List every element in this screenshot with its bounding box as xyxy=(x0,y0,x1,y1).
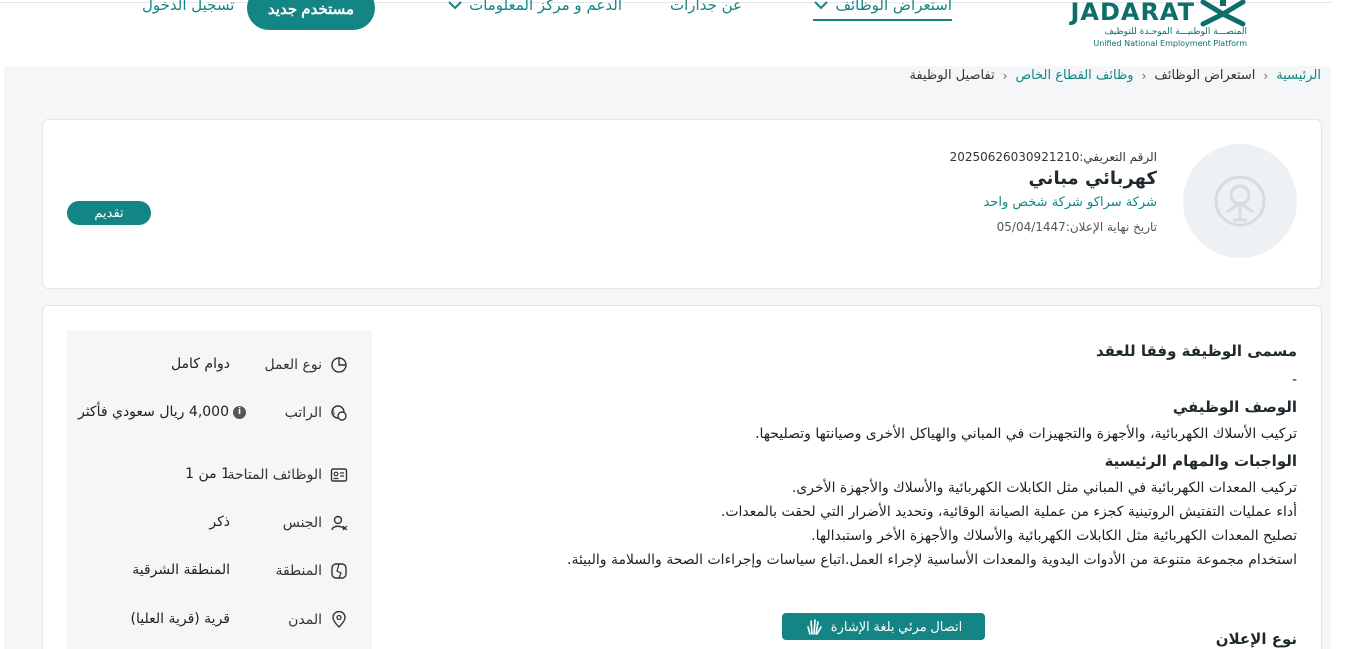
money-icon: $ xyxy=(331,405,347,421)
gender-label: الجنس xyxy=(282,515,322,531)
breadcrumb-separator-icon: ‹ xyxy=(1141,68,1147,83)
breadcrumb-separator-icon: ‹ xyxy=(1002,68,1008,83)
user-icon xyxy=(331,515,348,531)
job-desc-heading: الوصف الوظيفي xyxy=(1172,398,1297,416)
attr-row-gender: الجنس ذكر xyxy=(91,514,348,536)
chevron-down-icon xyxy=(814,1,829,10)
openings-label: الوظائف المتاحة xyxy=(227,467,322,483)
company-name-link[interactable]: شركة سراكو شركة شخص واحد xyxy=(950,195,1157,210)
duty-item: استخدام مجموعة متنوعة من الأدوات اليدوية… xyxy=(567,552,1297,568)
attr-label: المدن xyxy=(288,611,348,629)
apply-button[interactable]: تقديم xyxy=(67,201,151,225)
breadcrumb-current: تفاصيل الوظيفة xyxy=(909,68,995,83)
top-header: JADARAT المنصـــة الوطنيـــة الموحـدة لل… xyxy=(0,0,1355,66)
breadcrumb-browse-jobs[interactable]: استعراض الوظائف xyxy=(1154,68,1255,83)
job-description: مسمى الوظيفة وفقا للعقد - الوصف الوظيفي … xyxy=(437,342,1297,572)
company-placeholder-icon xyxy=(1214,175,1266,227)
attr-row-region: المنطقة المنطقة الشرقية xyxy=(91,562,348,584)
breadcrumb-home[interactable]: الرئيسية xyxy=(1276,68,1321,83)
attr-row-salary: $ الراتب i 4,000 ريال سعودي فأكثر xyxy=(78,404,348,426)
chevron-down-icon xyxy=(448,1,462,10)
salary-value: i 4,000 ريال سعودي فأكثر xyxy=(78,404,246,420)
job-attributes-panel: نوع العمل دوام كامل $ الراتب i 4,000 ريا… xyxy=(67,330,372,649)
location-pin-icon xyxy=(332,611,346,628)
region-value: المنطقة الشرقية xyxy=(132,562,230,578)
job-details-card: مسمى الوظيفة وفقا للعقد - الوصف الوظيفي … xyxy=(42,305,1322,649)
cities-value: قرية (قرية العليا) xyxy=(130,611,231,627)
breadcrumb-separator-icon: ‹ xyxy=(1263,68,1269,83)
ad-deadline: تاريخ نهاية الإعلان:05/04/1447 xyxy=(996,220,1157,234)
openings-value: 1 من 1 xyxy=(185,466,230,482)
attr-label: نوع العمل xyxy=(264,356,348,374)
attr-label: الجنس xyxy=(283,514,348,532)
nav-browse-jobs[interactable]: استعراض الوظائف xyxy=(813,0,952,21)
job-desc-text: تركيب الأسلاك الكهربائية، والأجهزة والتج… xyxy=(755,426,1297,442)
info-icon[interactable]: i xyxy=(233,405,246,419)
pie-chart-icon xyxy=(331,357,347,373)
nav-about-jadarat[interactable]: عن جدارات xyxy=(670,0,742,14)
jadarat-logo[interactable]: JADARAT المنصـــة الوطنيـــة الموحـدة لل… xyxy=(1057,0,1247,54)
nav-about-label: عن جدارات xyxy=(670,0,742,14)
duty-item: أداء عمليات التفتيش الروتينية كجزء من عم… xyxy=(720,504,1297,520)
id-card-icon xyxy=(330,468,348,482)
nav-support-label: الدعم و مركز المعلومات xyxy=(469,0,622,14)
salary-amount: 4,000 ريال سعودي فأكثر xyxy=(77,404,229,420)
breadcrumb: الرئيسية ‹ استعراض الوظائف ‹ وظائف القطا… xyxy=(909,68,1321,83)
salary-label: الراتب xyxy=(284,405,322,421)
logo-mark-icon xyxy=(1200,0,1246,27)
new-user-button[interactable]: مستخدم جديد xyxy=(247,0,375,30)
attr-label: المنطقة xyxy=(275,562,348,580)
breadcrumb-private-sector[interactable]: وظائف القطاع الخاص xyxy=(1015,68,1133,83)
attr-row-openings: الوظائف المتاحة 1 من 1 xyxy=(91,466,348,488)
work-type-label: نوع العمل xyxy=(264,357,322,373)
ad-type-heading: نوع الإعلان xyxy=(1215,630,1297,648)
duties-heading: الواجبات والمهام الرئيسية xyxy=(1104,452,1297,470)
sign-language-call-button[interactable]: اتصال مرئي بلغة الإشارة xyxy=(782,613,985,640)
logo-wordmark: JADARAT xyxy=(1070,0,1195,26)
cities-label: المدن xyxy=(288,612,322,628)
nav-browse-jobs-label: استعراض الوظائف xyxy=(835,0,952,14)
nav-support-center[interactable]: الدعم و مركز المعلومات xyxy=(447,0,622,14)
logo-english-tagline: Unified National Employment Platform xyxy=(1093,39,1247,48)
gender-value: ذكر xyxy=(209,514,230,530)
duty-item: تركيب المعدات الكهربائية في المباني مثل … xyxy=(791,480,1297,496)
company-avatar xyxy=(1183,144,1297,258)
attr-label: الوظائف المتاحة xyxy=(227,466,348,484)
region-label: المنطقة xyxy=(275,563,322,579)
duties-list: تركيب المعدات الكهربائية في المباني مثل … xyxy=(437,476,1297,572)
job-info: الرقم التعريفي:20250626030921210 كهربائي… xyxy=(950,150,1157,234)
logo-arabic-tagline: المنصـــة الوطنيـــة الموحـدة للتوظيف xyxy=(1104,27,1247,37)
svg-text:$: $ xyxy=(331,409,335,417)
job-title: كهربائي مباني xyxy=(1028,168,1157,189)
contract-title-heading: مسمى الوظيفة وفقا للعقد xyxy=(1095,342,1297,360)
duty-item: تصليح المعدات الكهربائية مثل الكابلات ال… xyxy=(811,528,1297,544)
attr-row-cities: المدن قرية (قرية العليا) xyxy=(91,611,348,633)
login-link[interactable]: تسجيل الدخول xyxy=(142,0,234,14)
sign-language-label: اتصال مرئي بلغة الإشارة xyxy=(830,618,963,634)
work-type-value: دوام كامل xyxy=(170,356,230,372)
hand-sign-icon xyxy=(806,618,822,635)
attr-row-work-type: نوع العمل دوام كامل xyxy=(91,356,348,378)
map-region-icon xyxy=(331,563,347,579)
contract-title-value: - xyxy=(1291,372,1297,388)
job-summary-card: الرقم التعريفي:20250626030921210 كهربائي… xyxy=(42,119,1322,289)
job-reference-number: الرقم التعريفي:20250626030921210 xyxy=(949,150,1157,164)
attr-label: $ الراتب xyxy=(285,404,348,422)
